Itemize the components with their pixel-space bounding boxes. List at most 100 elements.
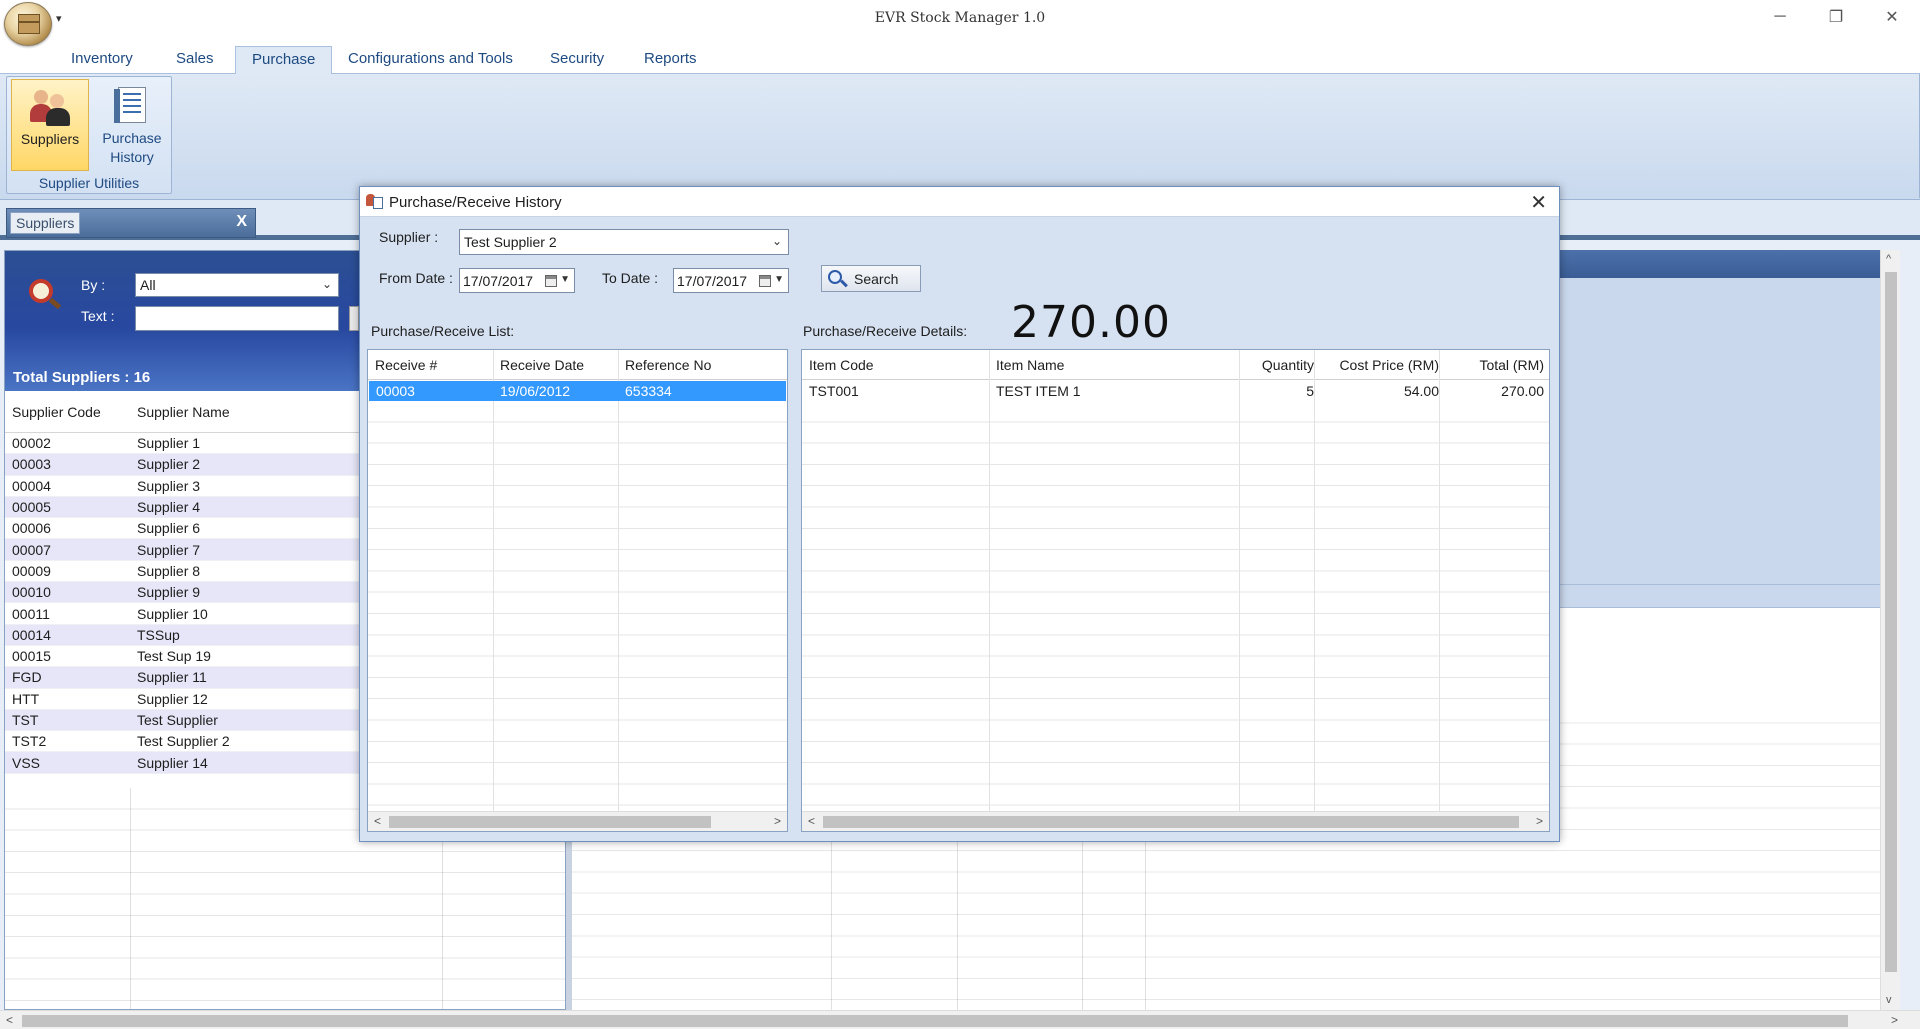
supplier-code-cell: TST2 [12,733,47,750]
receive-list-grid: Receive # Receive Date Reference No 0000… [367,349,788,832]
box-icon [18,14,40,34]
scroll-thumb[interactable] [389,816,711,828]
supplier-label: Supplier : [379,229,439,245]
ribbon-panel: Suppliers Purchase History Supplier Util… [0,74,1920,198]
supplier-code-cell: 00015 [12,648,51,665]
scroll-down-icon[interactable]: v [1886,994,1892,1006]
supplier-combo[interactable]: Test Supplier 2 ⌄ [459,229,789,255]
purchase-history-button[interactable]: Purchase History [93,79,171,171]
chevron-down-icon: ▼ [774,274,784,285]
supplier-code-cell: FGD [12,669,42,686]
receive-details-grid: Item Code Item Name Quantity Cost Price … [801,349,1550,832]
search-icon [23,273,63,313]
suppliers-button-label: Suppliers [20,131,80,147]
item-name-cell: TEST ITEM 1 [996,383,1081,399]
horizontal-scrollbar[interactable]: < > [0,1010,1920,1029]
tab-sales[interactable]: Sales [176,50,214,67]
tab-configurations[interactable]: Configurations and Tools [348,50,513,67]
scroll-right-icon[interactable]: > [1891,1013,1898,1027]
column-reference-no[interactable]: Reference No [625,357,711,373]
supplier-code-cell: HTT [12,690,40,707]
tab-inventory[interactable]: Inventory [71,50,133,67]
text-label: Text : [81,308,115,324]
scroll-left-icon[interactable]: < [6,1013,13,1027]
scroll-thumb[interactable] [1885,272,1897,972]
tab-reports[interactable]: Reports [644,50,697,67]
supplier-code-cell: VSS [12,754,41,771]
table-row[interactable]: TST001 TEST ITEM 1 5 54.00 270.00 [803,381,1548,401]
close-button[interactable]: ✕ [1864,0,1920,34]
document-tab-label: Suppliers [10,212,81,234]
grid-lines [802,401,1549,811]
calendar-icon [759,275,771,287]
column-cost-price[interactable]: Cost Price (RM) [1321,357,1439,373]
dialog-title: Purchase/Receive History [389,194,562,211]
close-tab-icon[interactable]: X [236,213,247,231]
scroll-left-icon[interactable]: < [808,814,815,828]
tab-purchase[interactable]: Purchase [235,46,333,75]
restore-button[interactable]: ❐ [1808,0,1864,34]
purchase-history-icon [112,87,152,125]
window-title: EVR Stock Manager 1.0 [874,10,1046,26]
scroll-thumb[interactable] [823,816,1519,828]
list-label: Purchase/Receive List: [371,323,515,339]
chevron-down-icon: ▼ [560,274,570,285]
ribbon-body: Suppliers Purchase History Supplier Util… [0,74,1920,200]
supplier-code-cell: 00010 [12,584,51,601]
search-button[interactable]: Search [821,265,921,292]
supplier-code-cell: 00003 [12,456,51,473]
suppliers-icon [30,88,70,126]
list-horizontal-scrollbar[interactable]: < > [368,811,787,831]
by-select[interactable]: All ⌄ [135,273,339,297]
vertical-scrollbar[interactable]: ^ v [1880,250,1900,1010]
suppliers-button[interactable]: Suppliers [11,79,89,171]
supplier-code-cell: 00002 [12,435,51,452]
supplier-code-cell: 00009 [12,562,51,579]
document-tab-suppliers[interactable]: Suppliers X [6,208,256,238]
details-horizontal-scrollbar[interactable]: < > [802,811,1549,831]
receive-list-header: Receive # Receive Date Reference No [368,350,787,380]
supplier-utilities-group: Suppliers Purchase History Supplier Util… [6,76,172,194]
column-receive-no[interactable]: Receive # [375,357,437,373]
item-code-cell: TST001 [809,383,859,399]
receive-date-cell: 19/06/2012 [500,383,571,399]
app-menu-button[interactable] [4,2,52,46]
from-date-picker[interactable]: 17/07/2017 ▼ [459,268,575,293]
supplier-code-cell: 00014 [12,626,51,643]
by-label: By : [81,277,106,293]
to-date-picker[interactable]: 17/07/2017 ▼ [673,268,789,293]
purchase-history-label: Purchase History [102,130,162,165]
column-item-code[interactable]: Item Code [809,357,874,373]
minimize-button[interactable]: ─ [1752,0,1808,34]
window-controls: ─ ❐ ✕ [1752,0,1920,34]
scroll-left-icon[interactable]: < [374,814,381,828]
tab-security[interactable]: Security [550,50,604,67]
ribbon-tabs: Inventory Sales Purchase Configurations … [0,40,1920,75]
column-item-name[interactable]: Item Name [996,357,1064,373]
calendar-icon [545,275,557,287]
column-supplier-code[interactable]: Supplier Code [5,404,130,420]
search-button[interactable] [349,306,359,331]
dialog-close-button[interactable]: ✕ [1530,190,1547,215]
column-receive-date[interactable]: Receive Date [500,357,584,373]
quantity-cell: 5 [1306,383,1314,399]
purchase-history-icon [366,194,383,210]
table-row[interactable]: 00003 19/06/2012 653334 [369,381,786,401]
column-total[interactable]: Total (RM) [1444,357,1544,373]
by-select-value: All [140,277,156,293]
purchase-history-dialog: Purchase/Receive History ✕ Supplier : Te… [359,186,1560,842]
supplier-code-cell: 00004 [12,477,51,494]
scroll-right-icon[interactable]: > [774,814,781,828]
chevron-down-icon: ⌄ [771,234,782,248]
group-label: Supplier Utilities [38,175,140,191]
scroll-right-icon[interactable]: > [1536,814,1543,828]
receive-no-cell: 00003 [376,383,415,399]
column-quantity[interactable]: Quantity [1246,357,1314,373]
supplier-code-cell: 00011 [12,605,50,622]
to-date-label: To Date : [602,270,659,286]
supplier-code-cell: TST [12,712,39,728]
scroll-thumb[interactable] [22,1015,1848,1027]
search-text-input[interactable] [135,306,339,331]
from-date-value: 17/07/2017 [463,273,534,289]
scroll-up-icon[interactable]: ^ [1886,253,1891,265]
